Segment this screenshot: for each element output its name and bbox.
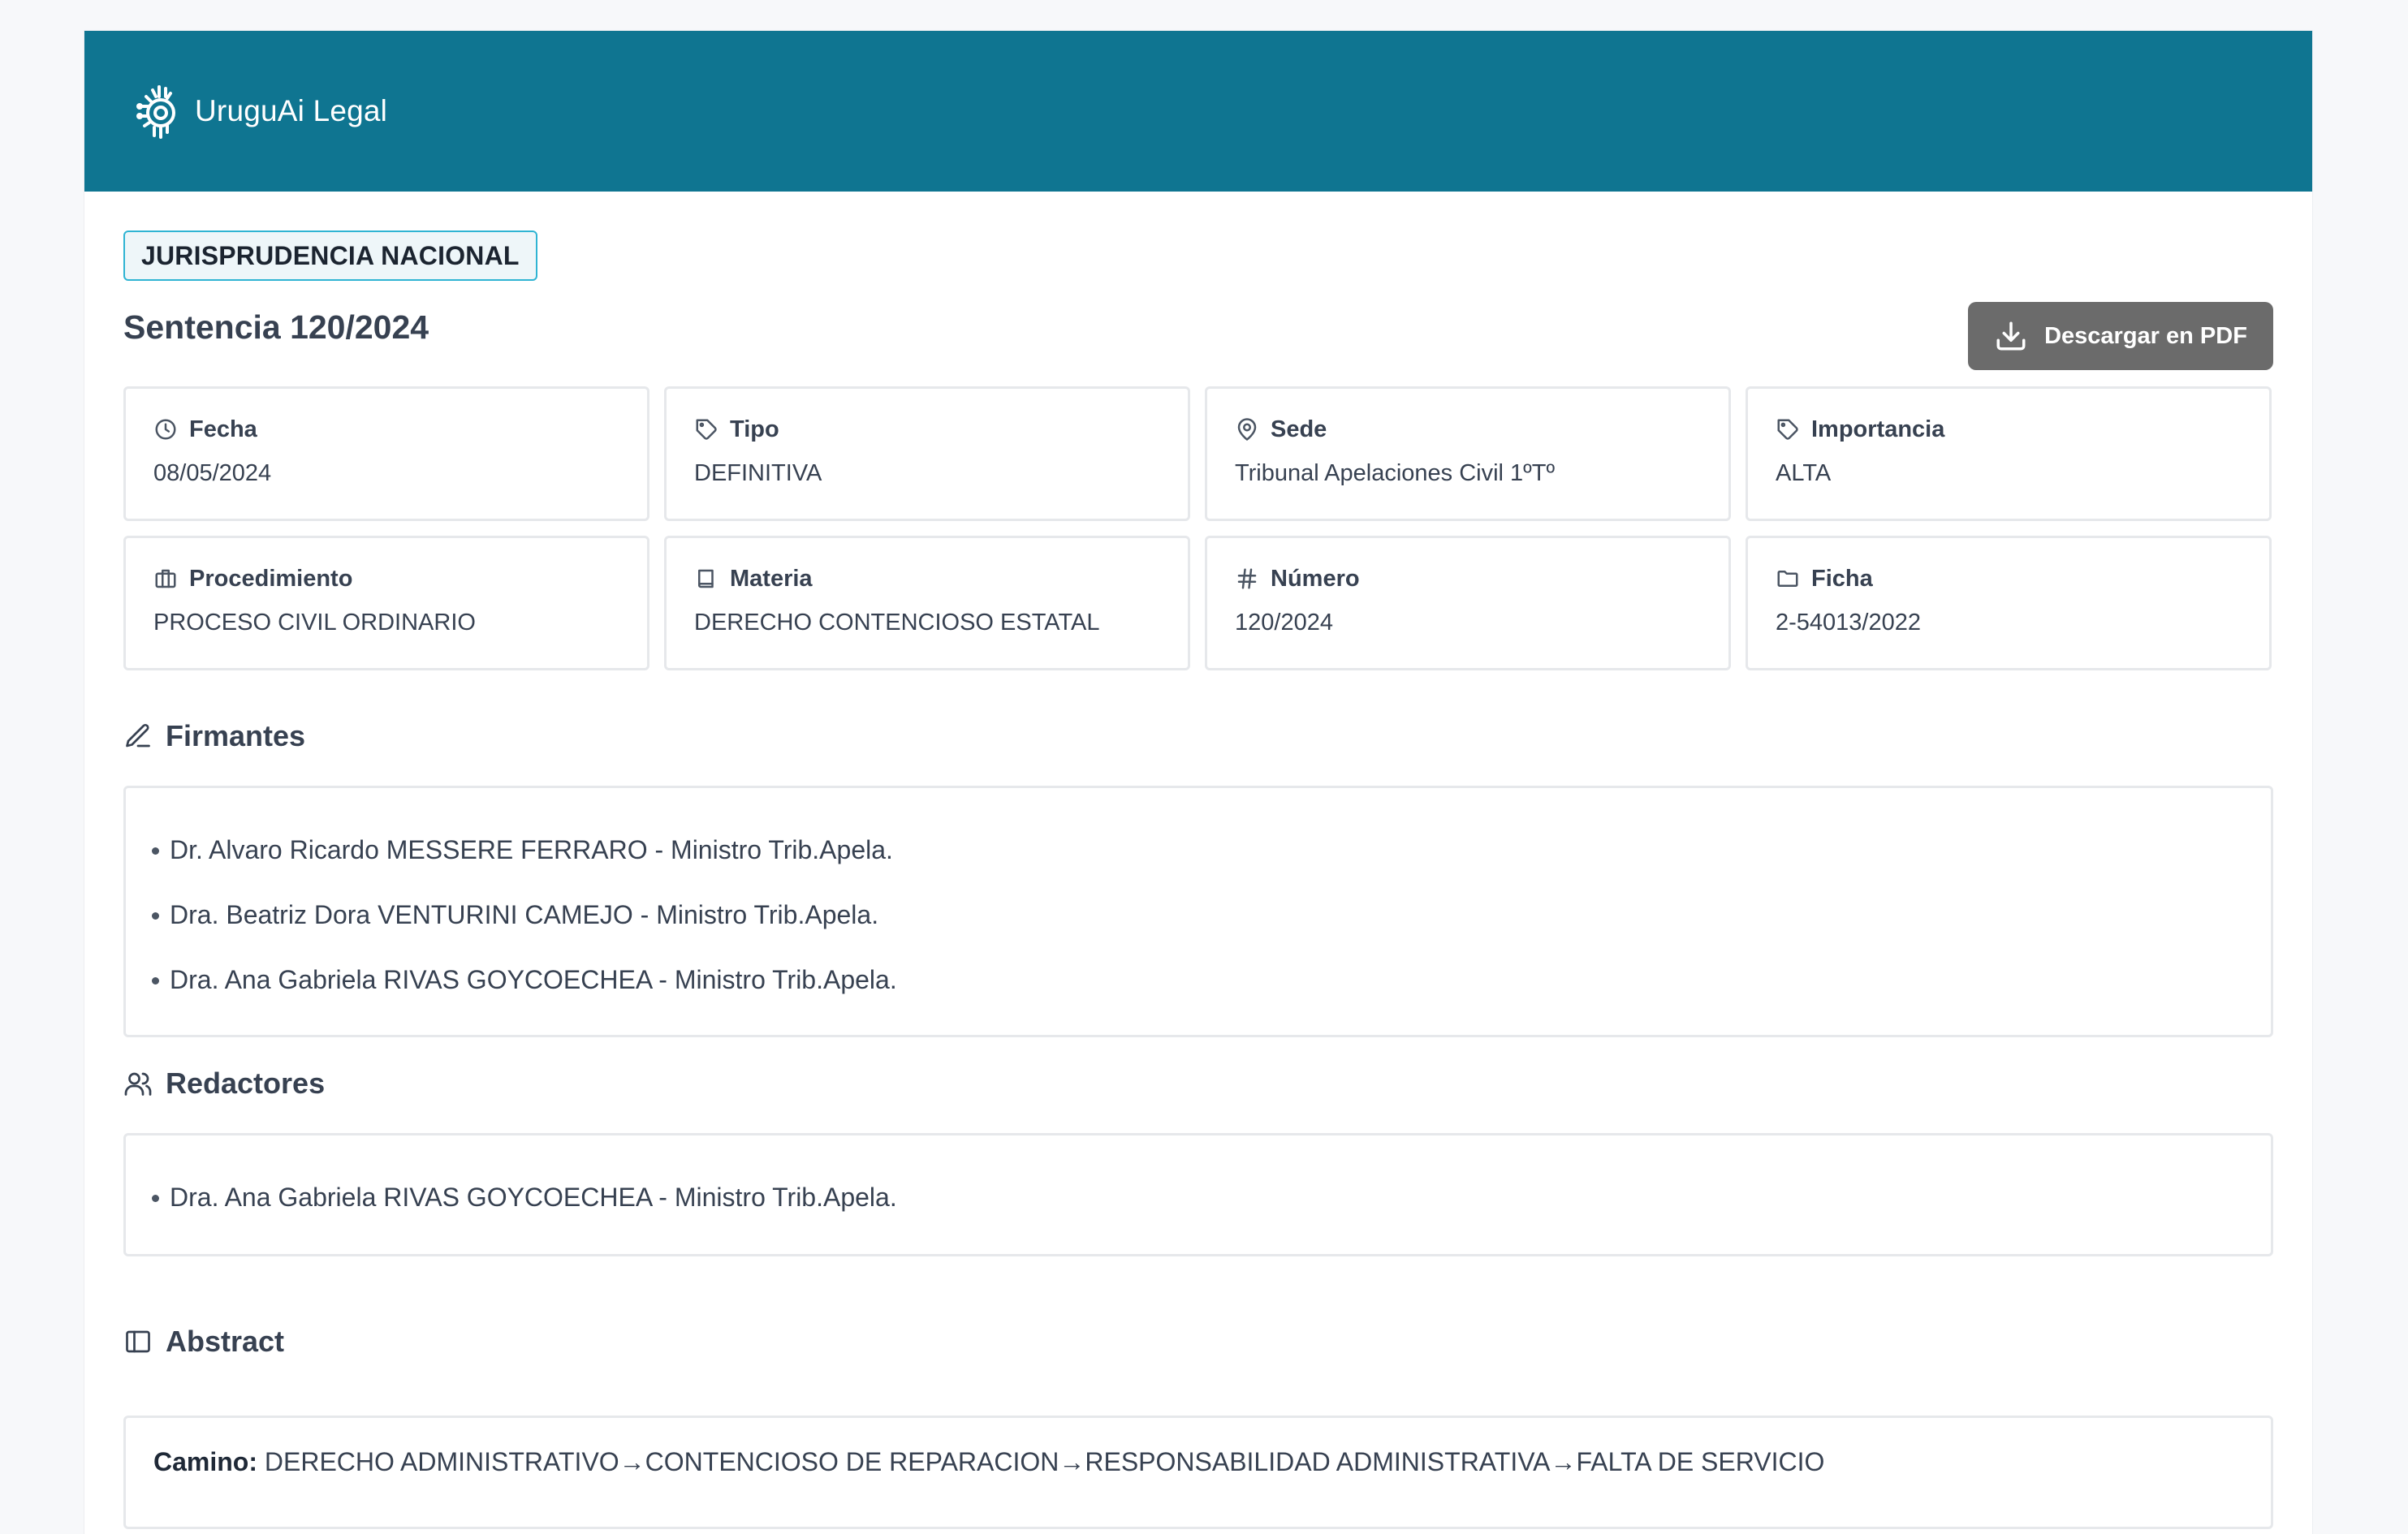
- field-value: DERECHO CONTENCIOSO ESTATAL: [694, 610, 1100, 636]
- download-pdf-label: Descargar en PDF: [2044, 322, 2247, 349]
- map-pin-icon: [1237, 418, 1257, 441]
- field-value: ALTA: [1776, 460, 1832, 486]
- download-pdf-button[interactable]: Descargar en PDF: [1968, 302, 2273, 370]
- page-title: Sentencia 120/2024: [123, 308, 429, 346]
- users-icon: [124, 1072, 152, 1096]
- redactores-heading: Redactores: [123, 1066, 2273, 1101]
- field-card-sede: Sede Tribunal Apelaciones Civil 1ºTº: [1205, 386, 1731, 521]
- abstract-camino: Camino: DERECHO ADMINISTRATIVO→CONTENCIO…: [126, 1418, 2271, 1506]
- book-icon: [698, 569, 714, 588]
- brand[interactable]: UruguAi Legal: [135, 82, 387, 140]
- field-label: Procedimiento: [189, 565, 353, 592]
- brain-circuit-icon: [136, 85, 175, 139]
- app-header: UruguAi Legal: [84, 31, 2312, 192]
- field-card-numero: Número 120/2024: [1205, 536, 1731, 670]
- field-card-tipo: Tipo DEFINITIVA: [664, 386, 1190, 521]
- tag-icon: [1777, 419, 1798, 440]
- redactores-list: Dra. Ana Gabriela RIVAS GOYCOECHEA - Min…: [126, 1135, 2271, 1230]
- book-open-icon: [126, 1330, 150, 1353]
- field-label: Tipo: [730, 416, 779, 442]
- firmantes-title: Firmantes: [166, 719, 306, 752]
- field-card-ficha: Ficha 2-54013/2022: [1746, 536, 2272, 670]
- field-label: Ficha: [1811, 565, 1873, 592]
- hash-icon: [1237, 568, 1257, 589]
- field-value: 2-54013/2022: [1776, 610, 1921, 636]
- camino-value: DERECHO ADMINISTRATIVO→CONTENCIOSO DE RE…: [264, 1447, 1825, 1476]
- pen-icon: [126, 723, 150, 748]
- tag-icon: [696, 419, 717, 440]
- redactores-box: Dra. Ana Gabriela RIVAS GOYCOECHEA - Min…: [123, 1133, 2273, 1256]
- field-card-fecha: Fecha 08/05/2024: [123, 386, 649, 521]
- field-label: Fecha: [189, 416, 257, 442]
- main-content: JURISPRUDENCIA NACIONAL Sentencia 120/20…: [123, 231, 2273, 1529]
- firmantes-list: Dr. Alvaro Ricardo MESSERE FERRARO - Min…: [126, 788, 2271, 1012]
- abstract-box: Camino: DERECHO ADMINISTRATIVO→CONTENCIO…: [123, 1416, 2273, 1529]
- field-card-materia: Materia DERECHO CONTENCIOSO ESTATAL: [664, 536, 1190, 670]
- metadata-grid: Fecha 08/05/2024 Tipo DEFINITIVA Sede Tr…: [123, 386, 2273, 670]
- field-label: Sede: [1271, 416, 1327, 442]
- list-item: Dra. Beatriz Dora VENTURINI CAMEJO - Min…: [150, 882, 2271, 947]
- field-card-procedimiento: Procedimiento PROCESO CIVIL ORDINARIO: [123, 536, 649, 670]
- field-value: 08/05/2024: [153, 460, 272, 486]
- list-item: Dra. Ana Gabriela RIVAS GOYCOECHEA - Min…: [150, 1165, 2271, 1230]
- list-item: Dr. Alvaro Ricardo MESSERE FERRARO - Min…: [150, 817, 2271, 882]
- field-label: Importancia: [1811, 416, 1945, 442]
- list-item: Dra. Ana Gabriela RIVAS GOYCOECHEA - Min…: [150, 947, 2271, 1012]
- field-label: Materia: [730, 565, 813, 592]
- field-value: DEFINITIVA: [694, 460, 822, 486]
- folder-icon: [1777, 571, 1798, 587]
- category-badge: JURISPRUDENCIA NACIONAL: [123, 231, 537, 281]
- field-value: Tribunal Apelaciones Civil 1ºTº: [1235, 460, 1556, 486]
- clock-icon: [155, 419, 176, 440]
- download-icon: [1996, 321, 2026, 351]
- firmantes-box: Dr. Alvaro Ricardo MESSERE FERRARO - Min…: [123, 786, 2273, 1037]
- redactores-title: Redactores: [166, 1066, 326, 1100]
- app-name: UruguAi Legal: [195, 94, 388, 127]
- firmantes-heading: Firmantes: [123, 719, 2273, 753]
- title-row: Sentencia 120/2024 Descargar en PDF: [123, 302, 2273, 381]
- abstract-heading: Abstract: [123, 1325, 2273, 1359]
- document-page: UruguAi Legal JURISPRUDENCIA NACIONAL Se…: [84, 31, 2312, 1534]
- field-value: 120/2024: [1235, 610, 1333, 636]
- field-value: PROCESO CIVIL ORDINARIO: [153, 610, 476, 636]
- camino-label: Camino:: [153, 1447, 257, 1476]
- abstract-title: Abstract: [166, 1325, 285, 1358]
- field-label: Número: [1271, 565, 1360, 592]
- briefcase-icon: [155, 569, 176, 588]
- field-card-importancia: Importancia ALTA: [1746, 386, 2272, 521]
